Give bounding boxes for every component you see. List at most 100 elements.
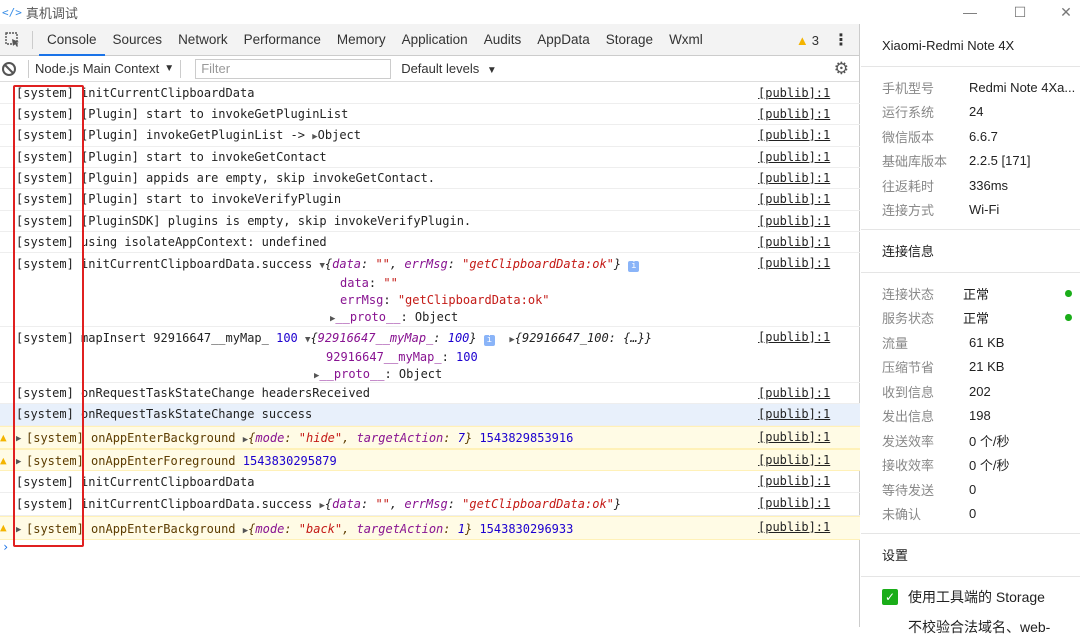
info-value: 198: [969, 408, 991, 424]
use-tool-storage-checkbox[interactable]: ✓ 使用工具端的 Storage: [861, 577, 1080, 617]
expand-triangle-icon[interactable]: ▶: [16, 522, 21, 539]
no-verify-domain-label: 不校验合法域名、web-: [908, 619, 1051, 635]
info-value: 21 KB: [969, 359, 1005, 375]
tab-storage[interactable]: Storage: [598, 24, 661, 56]
info-row: 连接方式 Wi-Fi: [861, 198, 1080, 223]
warning-icon: ▲: [0, 521, 7, 534]
info-value: 24: [969, 104, 984, 120]
source-link[interactable]: [publib]:1: [758, 452, 830, 469]
source-link[interactable]: [publib]:1: [758, 127, 830, 144]
log-entry: [system] initCurrentClipboardData [publib…: [0, 83, 860, 104]
warning-counter[interactable]: ▲ 3: [796, 24, 819, 56]
info-value: Wi-Fi: [969, 202, 1000, 218]
info-row: 收到信息 202: [861, 379, 1080, 404]
info-value: 0: [969, 481, 977, 497]
source-link[interactable]: [publib]:1: [758, 213, 830, 230]
source-link[interactable]: [publib]:1: [758, 495, 830, 512]
log-entry-warning: ▲ ▶ [system] onAppEnterForeground 15438302…: [0, 449, 860, 471]
log-entry-expanded: [system] initCurrentClipboardData.succes…: [0, 253, 860, 327]
panel-tabs: Console Sources Network Performance Memo…: [0, 24, 859, 56]
info-key: 微信版本: [882, 129, 935, 145]
expand-triangle-icon[interactable]: ▶: [16, 454, 21, 471]
source-link[interactable]: [publib]:1: [758, 329, 830, 346]
warning-icon: ▲: [0, 454, 7, 467]
minimize-button[interactable]: —: [950, 0, 990, 24]
close-button[interactable]: ✕: [1046, 0, 1080, 24]
info-key: 运行系统: [882, 105, 935, 121]
info-key: 发出信息: [882, 409, 935, 425]
info-key: 等待发送: [882, 482, 935, 498]
expand-triangle-icon[interactable]: ▶: [16, 431, 21, 448]
gear-icon[interactable]: ⚙: [834, 59, 849, 79]
title-bar: </> 真机调试: [0, 0, 1080, 24]
info-value: 336ms: [969, 177, 1009, 193]
log-levels-dropdown[interactable]: Default levels ▼: [401, 61, 497, 76]
log-entry-selected: [system] onRequestTaskStateChange succes…: [0, 404, 860, 426]
log-entry-warning: ▲ ▶ [system] onAppEnterBackground ▶{mode: …: [0, 516, 860, 540]
tab-performance[interactable]: Performance: [236, 24, 329, 56]
info-value: 61 KB: [969, 334, 1005, 350]
tab-application[interactable]: Application: [394, 24, 476, 56]
status-ok-icon: [1065, 289, 1072, 297]
log-entry: [system] using isolateAppContext: undefi…: [0, 232, 860, 253]
device-name: Xiaomi-Redmi Note 4X: [861, 24, 1080, 67]
info-key: 连接方式: [882, 203, 935, 219]
source-link[interactable]: [publib]:1: [758, 191, 830, 208]
source-link[interactable]: [publib]:1: [758, 234, 830, 251]
info-key: 手机型号: [882, 80, 935, 96]
source-link[interactable]: [publib]:1: [758, 149, 830, 166]
log-entry: [system] [Plguin] appids are empty, skip…: [0, 168, 860, 189]
info-key: 连接状态: [882, 286, 935, 302]
tab-console[interactable]: Console: [39, 24, 105, 56]
info-icon[interactable]: i: [483, 335, 495, 346]
more-options-icon[interactable]: ⋮: [831, 24, 851, 56]
info-key: 接收效率: [882, 458, 935, 474]
console-prompt[interactable]: ›: [0, 540, 860, 554]
context-selector[interactable]: Node.js Main Context ▼: [35, 61, 174, 76]
clear-console-icon[interactable]: [2, 61, 16, 76]
info-row: 压缩节省 21 KB: [861, 355, 1080, 380]
source-link[interactable]: [publib]:1: [758, 519, 830, 536]
info-value: Redmi Note 4Xa...: [969, 79, 1076, 95]
info-key: 流量: [882, 335, 909, 351]
source-link[interactable]: [publib]:1: [758, 106, 830, 123]
tab-wxml[interactable]: Wxml: [661, 24, 711, 56]
console-log: [system] initCurrentClipboardData [publib…: [0, 83, 860, 554]
status-ok-icon: [1065, 314, 1072, 322]
tab-network[interactable]: Network: [170, 24, 236, 56]
tab-audits[interactable]: Audits: [476, 24, 530, 56]
dropdown-arrow-icon: ▼: [164, 63, 175, 74]
info-row: 手机型号 Redmi Note 4Xa...: [861, 75, 1080, 100]
divider: [180, 59, 182, 78]
source-link[interactable]: [publib]:1: [758, 385, 830, 402]
inspect-element-icon[interactable]: [0, 24, 26, 56]
warning-icon: ▲: [0, 431, 7, 444]
filter-input[interactable]: Filter: [195, 58, 392, 79]
info-row: 服务状态 正常: [861, 306, 1080, 331]
source-link[interactable]: [publib]:1: [758, 429, 830, 446]
devtools-panel: Console Sources Network Performance Memo…: [0, 24, 860, 627]
info-key: 服务状态: [882, 311, 935, 327]
source-link[interactable]: [publib]:1: [758, 170, 830, 187]
tab-sources[interactable]: Sources: [105, 24, 171, 56]
source-link[interactable]: [publib]:1: [758, 473, 830, 490]
tab-appdata[interactable]: AppData: [529, 24, 598, 56]
warning-count: 3: [811, 32, 819, 48]
source-link[interactable]: [publib]:1: [758, 255, 830, 272]
tab-memory[interactable]: Memory: [329, 24, 394, 56]
source-link[interactable]: [publib]:1: [758, 85, 830, 102]
maximize-button[interactable]: ☐: [1000, 0, 1040, 24]
info-value: 6.6.7: [969, 128, 998, 144]
source-link[interactable]: [publib]:1: [758, 406, 830, 423]
info-value: 202: [969, 383, 991, 399]
info-row: 发出信息 198: [861, 404, 1080, 429]
info-row: 运行系统 24: [861, 100, 1080, 125]
connection-info-list: 连接状态 正常 服务状态 正常 流量 61 KB 压缩节省 21 KB 收到信息 202 发出信息 1…: [861, 281, 1080, 526]
info-icon[interactable]: i: [628, 261, 640, 272]
info-row: 基础库版本 2.2.5 [171]: [861, 149, 1080, 174]
info-value: 2.2.5 [171]: [969, 153, 1031, 169]
log-entry: [system] [Plugin] start to invokeVerifyP…: [0, 189, 860, 211]
info-key: 基础库版本: [882, 154, 948, 170]
context-label: Node.js Main Context: [35, 61, 160, 76]
log-entry: [system] [PluginSDK] plugins is empty, s…: [0, 211, 860, 232]
